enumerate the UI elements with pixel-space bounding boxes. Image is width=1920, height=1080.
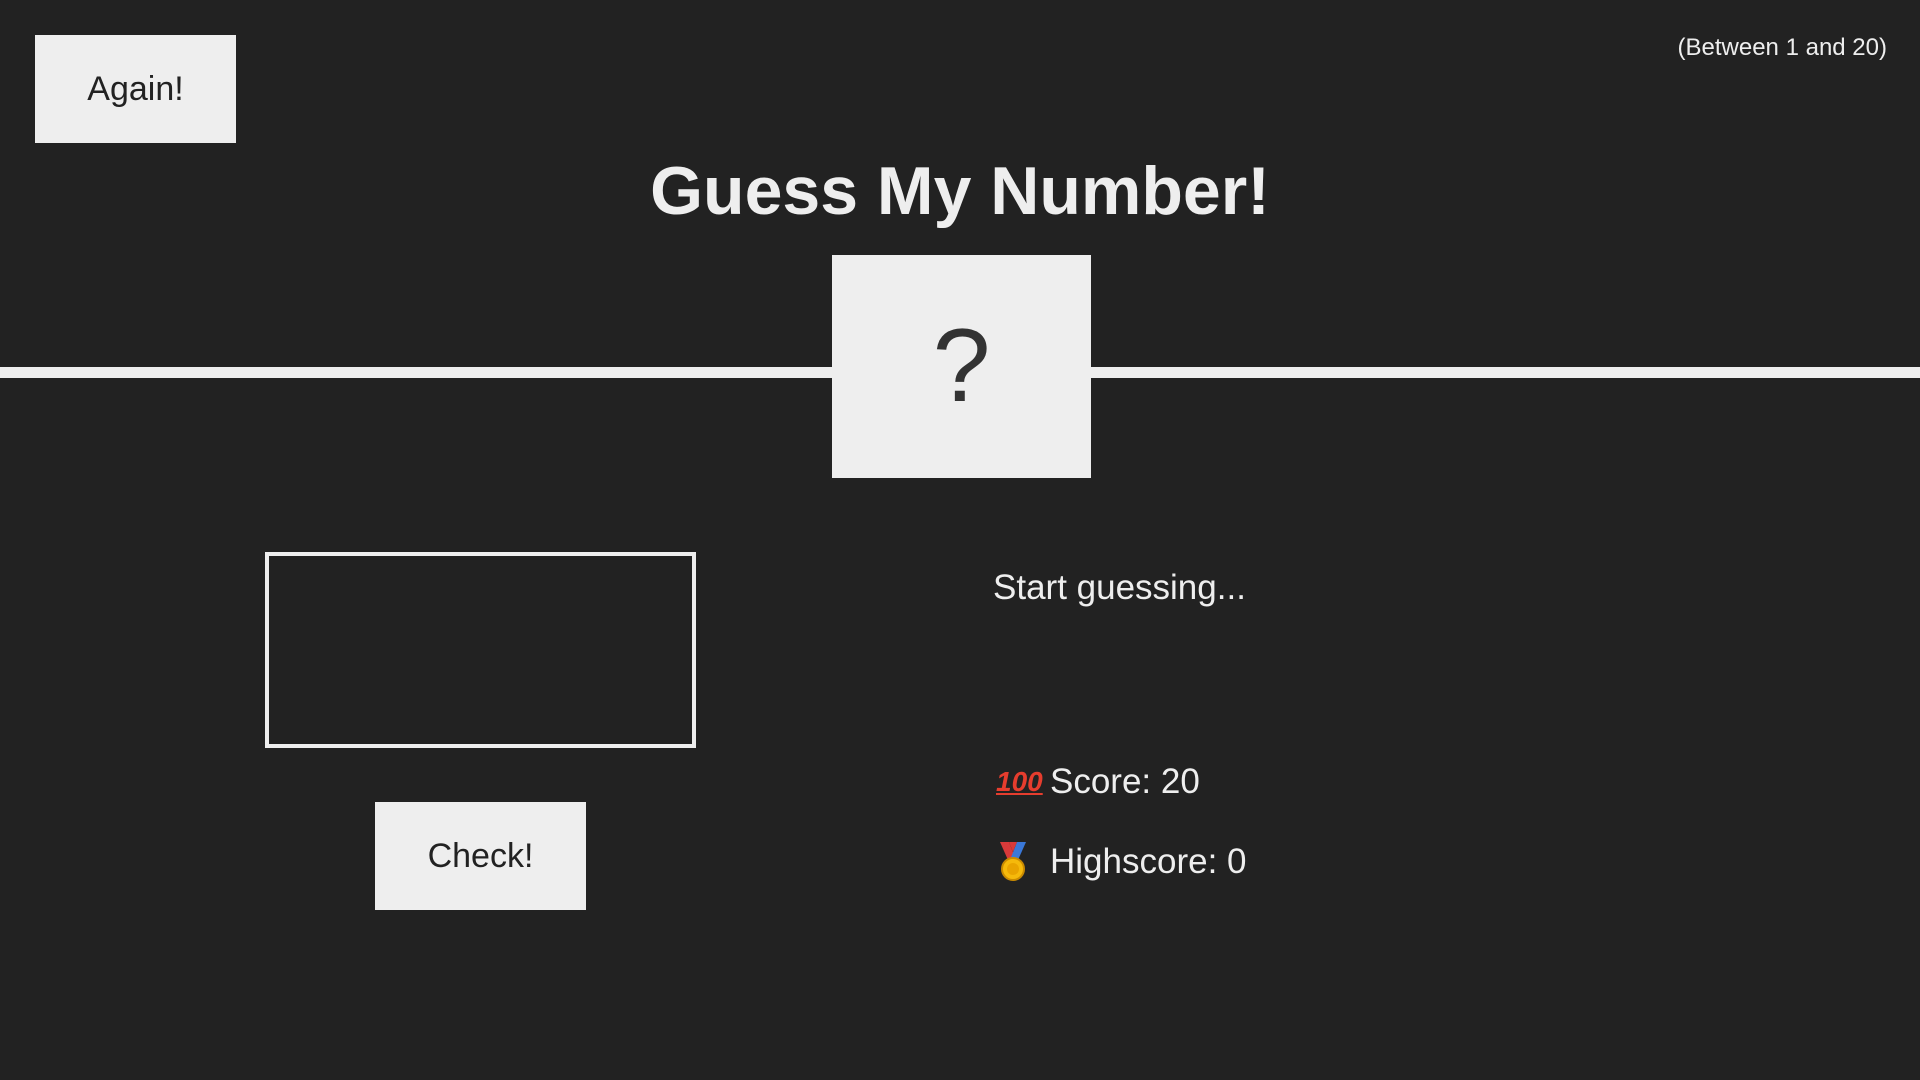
score-value: 20 [1160,762,1200,801]
range-hint: (Between 1 and 20) [1677,34,1887,61]
page-title: Guess My Number! [650,153,1270,229]
medal-icon [996,842,1038,882]
highscore-value: 0 [1227,842,1247,881]
highscore-row: Highscore: 0 [996,842,1247,882]
score-row: 100 Score: 20 [996,762,1200,802]
game-page: Again! (Between 1 and 20) Guess My Numbe… [0,0,1920,1080]
status-message: Start guessing... [993,568,1246,607]
guess-input[interactable] [265,552,696,748]
again-button[interactable]: Again! [35,35,236,143]
score-label: Score: [1050,762,1152,801]
secret-number-box: ? [832,255,1091,478]
highscore-label: Highscore: [1050,842,1218,881]
check-button[interactable]: Check! [375,802,586,910]
hundred-points-icon: 100 [996,766,1043,797]
